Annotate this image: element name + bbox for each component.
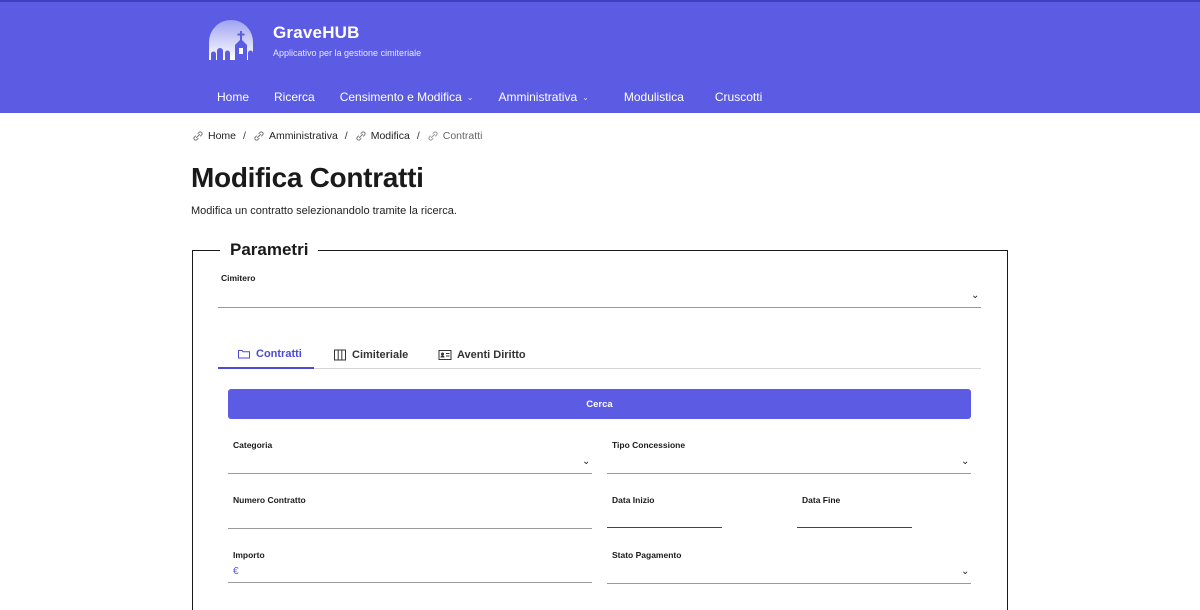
link-icon bbox=[356, 131, 366, 141]
breadcrumb-modifica[interactable]: Modifica bbox=[355, 130, 410, 142]
cemetery-logo-icon bbox=[209, 20, 253, 60]
chevron-down-icon: ⌄ bbox=[961, 456, 970, 467]
nav-ricerca[interactable]: Ricerca bbox=[262, 82, 327, 112]
chevron-down-icon: ⌄ bbox=[466, 92, 474, 102]
main-nav: Home Ricerca Censimento e Modifica ⌄ Amm… bbox=[205, 82, 775, 112]
nav-home[interactable]: Home bbox=[205, 82, 261, 112]
categoria-select[interactable] bbox=[228, 453, 592, 474]
breadcrumb-home[interactable]: Home bbox=[192, 130, 236, 142]
app-header: GraveHUB Applicativo per la gestione cim… bbox=[0, 0, 1200, 113]
folder-icon bbox=[238, 349, 250, 358]
importo-input[interactable] bbox=[228, 562, 592, 583]
tab-aventi-diritto[interactable]: Aventi Diritto bbox=[438, 340, 526, 369]
chevron-down-icon: ⌄ bbox=[961, 566, 970, 577]
id-card-icon bbox=[438, 349, 452, 360]
brand[interactable]: GraveHUB Applicativo per la gestione cim… bbox=[207, 18, 421, 62]
fieldset-legend: Parametri bbox=[220, 240, 319, 260]
breadcrumb-label: Amministrativa bbox=[268, 130, 338, 142]
breadcrumb-separator: / bbox=[416, 130, 420, 142]
categoria-label: Categoria bbox=[233, 440, 273, 450]
breadcrumb-label: Contratti bbox=[442, 130, 483, 142]
nav-label: Amministrativa bbox=[498, 90, 578, 104]
breadcrumb-label: Home bbox=[208, 130, 237, 142]
tipo-concessione-select[interactable] bbox=[607, 453, 971, 474]
numero-contratto-input[interactable] bbox=[228, 508, 592, 529]
nav-cruscotti[interactable]: Cruscotti bbox=[703, 82, 774, 112]
page-title: Modifica Contratti bbox=[191, 162, 424, 193]
breadcrumb-label: Modifica bbox=[370, 130, 410, 142]
link-icon bbox=[428, 131, 438, 141]
cimitero-label: Cimitero bbox=[221, 273, 256, 283]
breadcrumb-amministrativa[interactable]: Amministrativa bbox=[253, 130, 338, 142]
breadcrumb-contratti: Contratti bbox=[427, 130, 483, 142]
data-fine-input[interactable] bbox=[797, 507, 912, 528]
page-description: Modifica un contratto selezionandolo tra… bbox=[191, 205, 457, 217]
link-icon bbox=[254, 131, 264, 141]
tab-label: Contratti bbox=[256, 347, 302, 360]
breadcrumb-separator: / bbox=[243, 130, 246, 142]
data-inizio-label: Data Inizio bbox=[612, 495, 655, 505]
search-tabs: Contratti Cimiteriale Aventi Diritto bbox=[218, 340, 981, 369]
tab-contratti[interactable]: Contratti bbox=[218, 340, 314, 369]
stato-pagamento-label: Stato Pagamento bbox=[612, 550, 682, 560]
chevron-down-icon: ⌄ bbox=[971, 290, 980, 301]
data-fine-label: Data Fine bbox=[802, 495, 841, 505]
nav-modulistica[interactable]: Modulistica bbox=[612, 82, 696, 112]
breadcrumb-separator: / bbox=[344, 130, 348, 142]
brand-title: GraveHUB bbox=[273, 22, 360, 42]
importo-label: Importo bbox=[233, 550, 265, 560]
tipo-concessione-label: Tipo Concessione bbox=[612, 440, 686, 450]
tab-label: Cimiteriale bbox=[352, 348, 409, 361]
nav-label: Home bbox=[217, 90, 250, 104]
data-inizio-input[interactable] bbox=[607, 507, 722, 528]
nav-label: Ricerca bbox=[274, 90, 315, 104]
nav-label: Modulistica bbox=[623, 90, 684, 104]
columns-icon bbox=[334, 349, 346, 360]
link-icon bbox=[193, 131, 203, 141]
search-button[interactable]: Cerca bbox=[228, 389, 971, 419]
cimitero-select[interactable] bbox=[218, 287, 981, 308]
tab-label: Aventi Diritto bbox=[457, 348, 526, 361]
nav-censimento-e-modifica[interactable]: Censimento e Modifica ⌄ bbox=[328, 82, 486, 112]
numero-contratto-label: Numero Contratto bbox=[233, 495, 306, 505]
nav-label: Censimento e Modifica bbox=[339, 90, 462, 104]
stato-pagamento-select[interactable] bbox=[607, 563, 971, 584]
chevron-down-icon: ⌄ bbox=[582, 456, 591, 467]
nav-label: Cruscotti bbox=[714, 90, 763, 104]
tab-cimiteriale[interactable]: Cimiteriale bbox=[333, 340, 408, 369]
brand-subtitle: Applicativo per la gestione cimiteriale bbox=[273, 47, 422, 58]
breadcrumb: Home / Amministrativa / Modifica / Contr… bbox=[192, 130, 482, 142]
nav-amministrativa[interactable]: Amministrativa ⌄ bbox=[486, 82, 600, 112]
chevron-down-icon: ⌄ bbox=[582, 92, 589, 102]
